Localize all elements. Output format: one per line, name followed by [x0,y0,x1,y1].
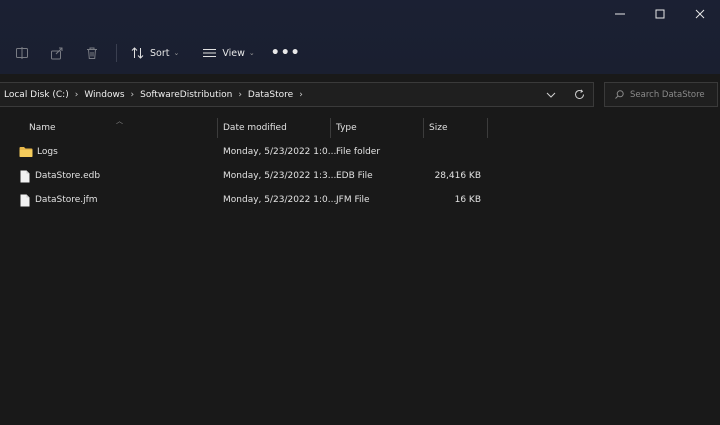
column-divider[interactable] [487,118,488,138]
file-icon [19,170,31,183]
breadcrumb-item-local-disk[interactable]: Local Disk (C:) [4,90,69,100]
chevron-down-icon: ⌄ [173,49,180,57]
column-header-type[interactable]: Type [336,118,357,138]
file-size: 28,416 KB [434,171,481,181]
toolbar-divider [116,44,117,62]
chevron-down-icon: ⌄ [248,49,255,57]
more-options-button[interactable]: ••• [271,45,301,61]
column-header-date[interactable]: Date modified [223,118,287,138]
search-icon [615,90,624,99]
column-divider[interactable] [217,118,218,138]
file-type: JFM File [336,195,370,205]
delete-button[interactable] [79,40,105,66]
sort-ascending-icon: ︿ [116,117,123,125]
sort-icon [131,47,144,59]
column-header-size[interactable]: Size [429,118,447,138]
breadcrumb-item-windows[interactable]: Windows [84,90,124,100]
file-size: 16 KB [454,195,481,205]
address-bar[interactable]: Local Disk (C:) › Windows › SoftwareDist… [0,82,594,107]
delete-icon [87,47,97,59]
address-history-button[interactable] [537,83,565,106]
minimize-icon [615,13,625,15]
column-divider[interactable] [423,118,424,138]
view-label: View [222,47,245,59]
chevron-right-icon[interactable]: › [238,90,242,100]
share-button[interactable] [44,40,70,66]
file-row-datastore-jfm[interactable]: DataStore.jfm Monday, 5/23/2022 1:0... J… [0,188,720,212]
rename-icon [16,47,28,59]
close-icon [695,9,705,19]
chevron-right-icon[interactable]: › [131,90,135,100]
sort-button[interactable]: Sort ⌄ [125,40,185,66]
refresh-icon [574,89,584,99]
window-controls [600,0,720,28]
file-type: File folder [336,147,381,157]
file-name: Logs [37,147,58,157]
maximize-icon [655,9,665,19]
view-button[interactable]: View ⌄ [197,40,260,66]
command-bar: Sort ⌄ View ⌄ ••• [0,36,720,70]
close-button[interactable] [680,0,720,28]
file-row-datastore-edb[interactable]: DataStore.edb Monday, 5/23/2022 1:3... E… [0,164,720,188]
breadcrumb-item-softwaredistribution[interactable]: SoftwareDistribution [140,90,232,100]
view-icon [203,49,217,57]
share-icon [51,47,63,60]
file-icon [19,194,31,207]
title-bar: Sort ⌄ View ⌄ ••• [0,0,720,74]
file-date: Monday, 5/23/2022 1:3... [223,171,337,181]
column-header-row: ︿ Name Date modified Type Size [0,117,720,138]
chevron-down-icon [546,92,556,98]
file-name-cell: DataStore.edb [19,164,100,188]
file-date: Monday, 5/23/2022 1:0... [223,195,337,205]
breadcrumb: Local Disk (C:) › Windows › SoftwareDist… [0,90,537,100]
minimize-button[interactable] [600,0,640,28]
search-box[interactable] [604,82,718,107]
file-type: EDB File [336,171,373,181]
refresh-button[interactable] [565,83,593,106]
file-name: DataStore.jfm [35,195,98,205]
breadcrumb-item-datastore[interactable]: DataStore [248,90,293,100]
maximize-button[interactable] [640,0,680,28]
column-header-name[interactable]: Name [29,118,56,138]
chevron-right-icon[interactable]: › [75,90,79,100]
chevron-right-icon[interactable]: › [299,90,303,100]
column-divider[interactable] [330,118,331,138]
search-input[interactable] [624,89,710,100]
file-date: Monday, 5/23/2022 1:0... [223,147,337,157]
sort-label: Sort [150,47,170,59]
file-row-logs[interactable]: Logs Monday, 5/23/2022 1:0... File folde… [0,140,720,164]
folder-icon [19,146,33,158]
file-name-cell: Logs [19,140,58,164]
rename-button[interactable] [9,40,35,66]
file-name-cell: DataStore.jfm [19,188,98,212]
file-name: DataStore.edb [35,171,101,181]
